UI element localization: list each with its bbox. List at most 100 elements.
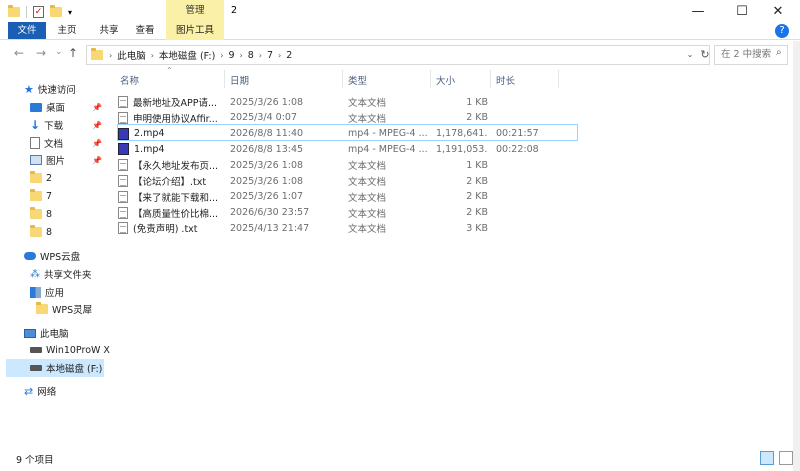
- video-file-icon: [118, 143, 129, 156]
- sidebar-folder-8b[interactable]: 8: [30, 224, 52, 240]
- text-file-icon: [118, 206, 128, 219]
- file-row[interactable]: 2.mp4 2026/8/8 11:40 mp4 - MPEG-4 ... 1,178…: [118, 126, 578, 142]
- column-header-date[interactable]: 日期: [230, 73, 249, 87]
- column-header-name[interactable]: 名称: [120, 73, 139, 87]
- up-arrow-icon[interactable]: ↑: [68, 46, 78, 60]
- file-type: 文本文档: [348, 192, 387, 204]
- file-row[interactable]: 申明使用协议Affir... 2025/3/4 0:07 文本文档 2 KB: [118, 110, 578, 126]
- sidebar-item-desktop[interactable]: 桌面 📌: [30, 99, 104, 115]
- refresh-icon[interactable]: ↻: [698, 45, 712, 65]
- column-header-size[interactable]: 大小: [436, 73, 455, 87]
- sidebar-item-this-pc[interactable]: 此电脑: [24, 325, 69, 341]
- file-size: 1,191,053...: [436, 143, 488, 155]
- details-view-button[interactable]: [760, 451, 774, 465]
- sidebar-item-documents[interactable]: 文档 📌: [30, 135, 104, 151]
- file-row[interactable]: 【来了就能下载和... 2025/3/26 1:07 文本文档 2 KB: [118, 189, 578, 205]
- large-icons-view-button[interactable]: [779, 451, 793, 465]
- breadcrumb-8[interactable]: 8: [248, 50, 254, 61]
- tab-share[interactable]: 共享: [94, 22, 124, 39]
- file-date: 2026/8/8 11:40: [230, 128, 304, 140]
- sidebar-item-label: 下载: [44, 121, 64, 132]
- sidebar-item-network[interactable]: ⇄ 网络: [24, 383, 56, 399]
- breadcrumb-7[interactable]: 7: [267, 50, 273, 61]
- sidebar-item-wps-lingxi[interactable]: WPS灵犀: [36, 301, 92, 317]
- computer-icon: [24, 328, 36, 338]
- sidebar-item-label: 共享文件夹: [44, 270, 92, 281]
- sidebar-folder-8a[interactable]: 8: [30, 206, 52, 222]
- file-type: 文本文档: [348, 98, 387, 109]
- file-name-cell: 2.mp4: [118, 127, 224, 140]
- file-row[interactable]: 【永久地址发布页... 2025/3/26 1:08 文本文档 1 KB: [118, 157, 578, 173]
- file-name: 2.mp4: [134, 128, 165, 140]
- text-file-icon: [118, 175, 128, 187]
- sidebar-item-label: 图片: [46, 156, 66, 167]
- sidebar-item-downloads[interactable]: ↓ 下载 📌: [30, 117, 104, 133]
- file-name-cell: 【论坛介绍】.txt: [118, 174, 224, 188]
- sidebar-item-drive-c[interactable]: Win10ProW X: [30, 342, 110, 358]
- file-row[interactable]: (免责声明) .txt 2025/4/13 21:47 文本文档 3 KB: [118, 220, 578, 236]
- breadcrumb-drive-f[interactable]: 本地磁盘 (F:): [159, 48, 215, 62]
- sidebar-item-shared-folder[interactable]: ⁂ 共享文件夹: [30, 266, 92, 282]
- tab-file[interactable]: 文件: [8, 22, 46, 39]
- file-type: 文本文档: [348, 208, 387, 220]
- minimize-button[interactable]: —: [676, 0, 720, 22]
- file-size: 2 KB: [466, 191, 488, 203]
- sidebar-item-drive-f[interactable]: 本地磁盘 (F:): [30, 360, 102, 376]
- sidebar-item-label: 8: [46, 208, 53, 220]
- file-row[interactable]: 【论坛介绍】.txt 2025/3/26 1:08 文本文档 2 KB: [118, 173, 578, 189]
- column-divider[interactable]: [224, 70, 225, 88]
- text-file-icon: [118, 190, 128, 203]
- column-divider[interactable]: [558, 70, 559, 88]
- breadcrumb-9[interactable]: 9: [229, 50, 235, 61]
- file-size: 2 KB: [466, 207, 488, 219]
- sidebar-item-label: WPS灵犀: [52, 305, 93, 316]
- sidebar-folder-2[interactable]: 2: [30, 170, 52, 186]
- sidebar-item-label: 本地磁盘 (F:): [46, 364, 103, 375]
- file-name: 1.mp4: [134, 143, 165, 155]
- tab-picture-tools[interactable]: 图片工具: [166, 22, 224, 40]
- address-dropdown-icon[interactable]: ⌄: [683, 45, 697, 65]
- column-divider[interactable]: [342, 70, 343, 88]
- file-row[interactable]: 最新地址及APP请... 2025/3/26 1:08 文本文档 1 KB: [118, 94, 578, 110]
- column-divider[interactable]: [490, 70, 491, 88]
- tab-view[interactable]: 查看: [130, 22, 160, 39]
- breadcrumb-2[interactable]: 2: [286, 50, 292, 61]
- customize-toolbar-icon[interactable]: ▾: [68, 8, 72, 17]
- file-row[interactable]: 【高质量性价比棉... 2026/6/30 23:57 文本文档 2 KB: [118, 205, 578, 221]
- address-bar[interactable]: › 此电脑 › 本地磁盘 (F:) › 9 › 8 › 7 › 2: [86, 45, 710, 65]
- video-file-icon: [118, 127, 129, 140]
- tab-home[interactable]: 主页: [52, 22, 82, 39]
- chevron-right-icon: ›: [220, 50, 224, 60]
- sidebar-item-pictures[interactable]: 图片 📌: [30, 152, 104, 168]
- sidebar-item-wps-cloud[interactable]: WPS云盘: [24, 248, 80, 264]
- sidebar-item-app[interactable]: 应用: [30, 284, 64, 300]
- pin-icon[interactable]: 📌: [92, 103, 102, 112]
- new-folder-icon[interactable]: [50, 5, 62, 17]
- breadcrumb-this-pc[interactable]: 此电脑: [117, 48, 146, 62]
- drive-icon: [30, 347, 42, 353]
- close-button[interactable]: ✕: [756, 0, 800, 22]
- forward-arrow-icon[interactable]: →: [36, 46, 46, 60]
- sidebar-item-label: 应用: [45, 288, 65, 299]
- pin-icon[interactable]: 📌: [92, 156, 102, 165]
- file-name: 申明使用协议Affir...: [133, 113, 218, 125]
- recent-locations-icon[interactable]: ⌄: [55, 47, 63, 57]
- back-arrow-icon[interactable]: ←: [14, 46, 24, 60]
- column-header-duration[interactable]: 时长: [496, 73, 515, 87]
- pin-icon[interactable]: 📌: [92, 121, 102, 130]
- tab-manage[interactable]: 管理: [166, 0, 224, 22]
- folder-icon: [30, 171, 42, 183]
- pin-icon[interactable]: 📌: [92, 139, 102, 148]
- column-header-type[interactable]: 类型: [348, 73, 367, 87]
- quick-access-toolbar: ✓ ▾: [8, 4, 72, 20]
- file-date: 2025/3/26 1:08: [230, 96, 304, 108]
- column-divider[interactable]: [430, 70, 431, 88]
- file-type: mp4 - MPEG-4 ...: [348, 128, 428, 140]
- sidebar-item-quick-access[interactable]: ★ 快速访问: [24, 81, 76, 97]
- scrollbar[interactable]: [793, 41, 800, 471]
- properties-icon[interactable]: ✓: [33, 6, 44, 18]
- file-row[interactable]: 1.mp4 2026/8/8 13:45 mp4 - MPEG-4 ... 1,191…: [118, 141, 578, 157]
- sidebar-folder-7[interactable]: 7: [30, 188, 52, 204]
- help-icon[interactable]: ?: [775, 24, 789, 38]
- sidebar-item-label: 网络: [37, 387, 57, 398]
